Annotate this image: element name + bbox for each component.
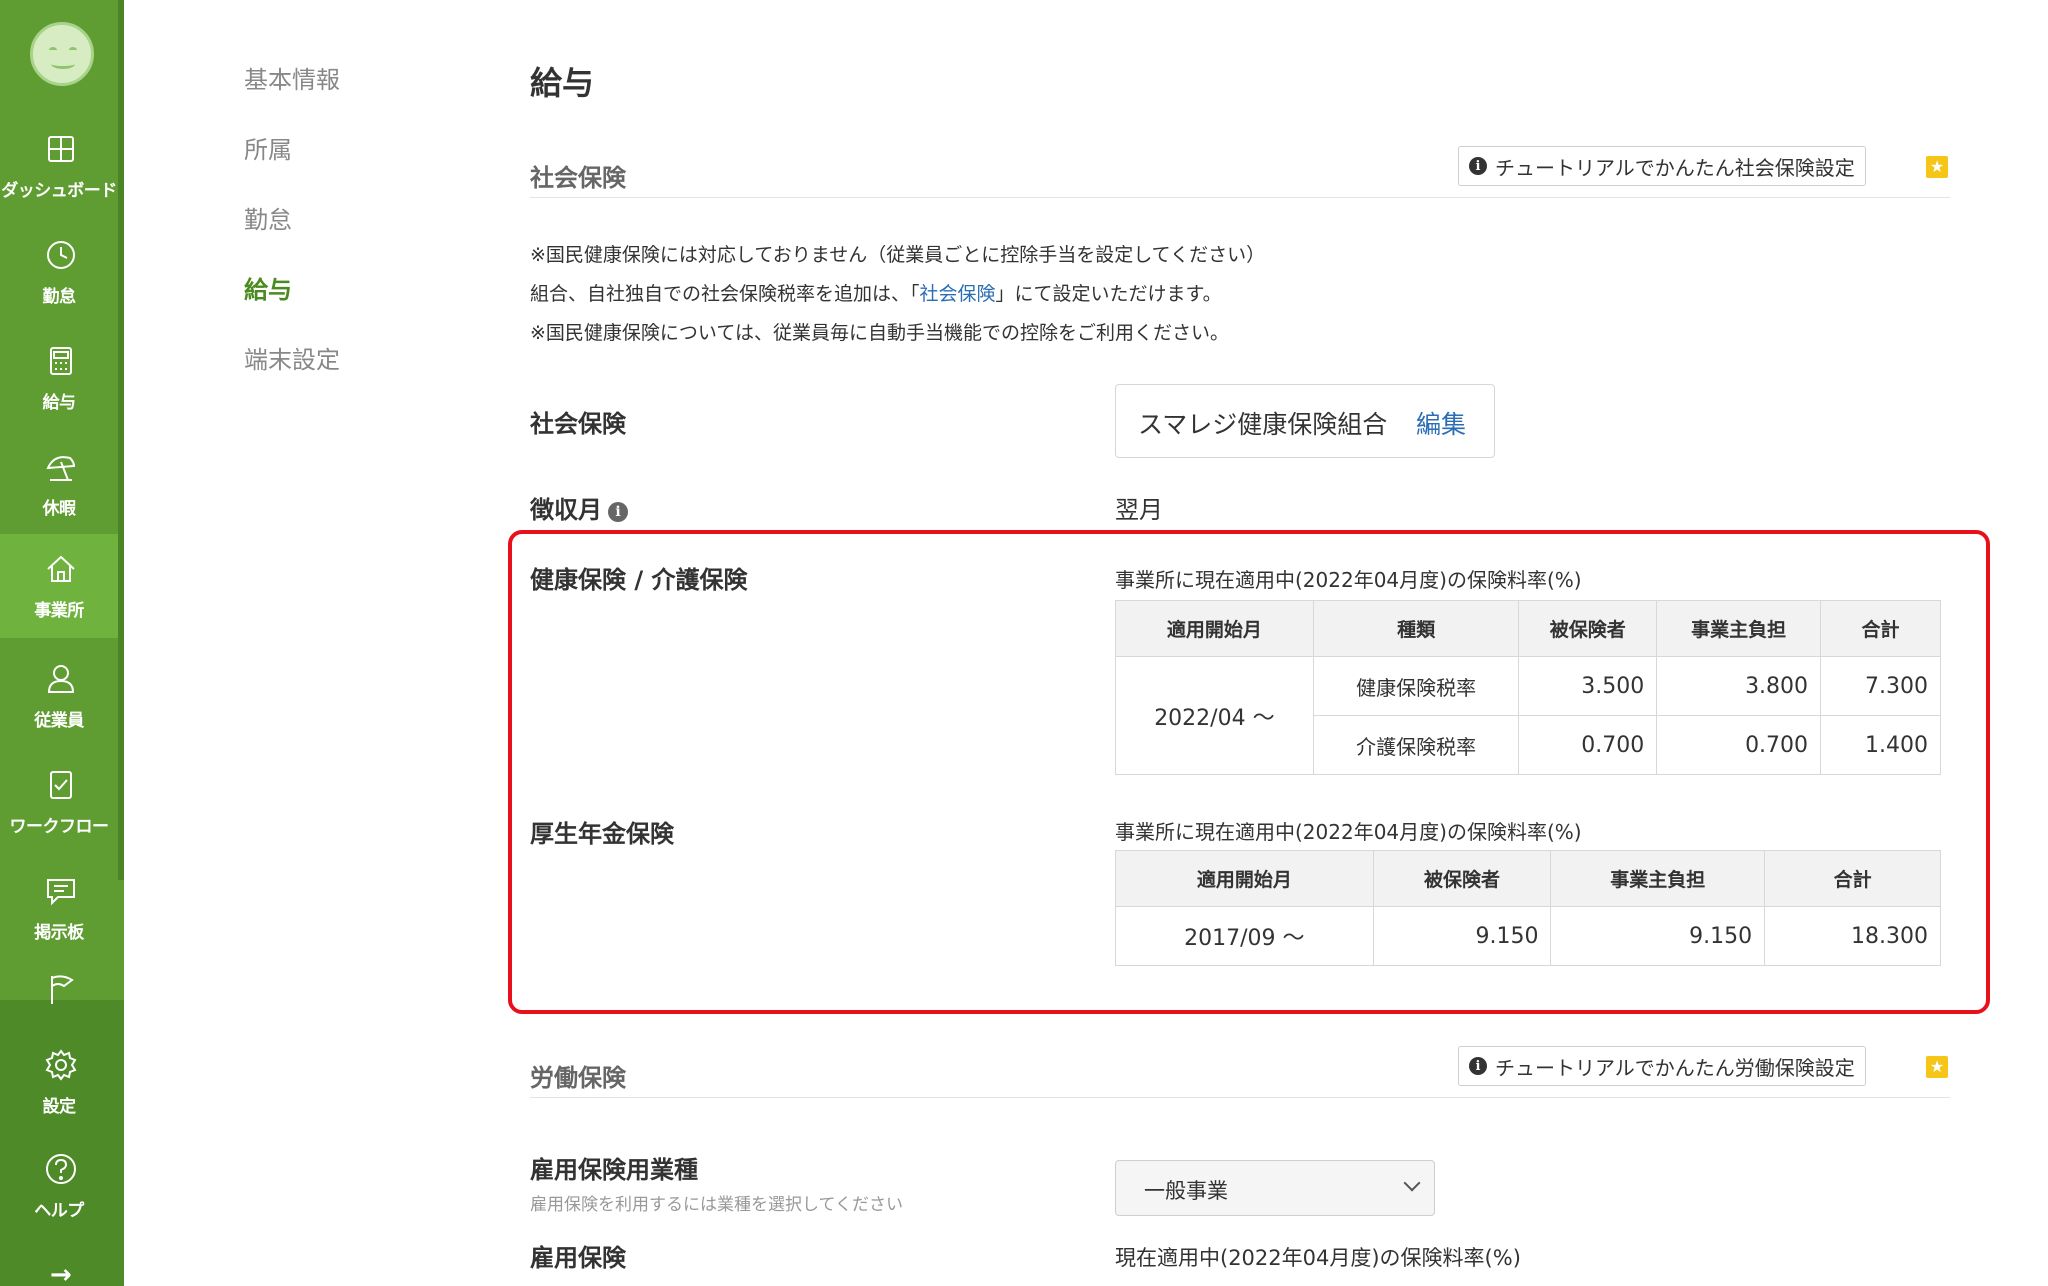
sidebar-item-payroll[interactable]: 給与 <box>0 330 118 426</box>
chevron-down-icon <box>1403 1174 1421 1192</box>
tutorial-button-label: チュートリアルでかんたん社会保険設定 <box>1495 155 1855 180</box>
sidebar-item-label: ダッシュボード <box>1 181 117 201</box>
insurance-association-name: スマレジ健康保険組合 <box>1138 410 1388 439</box>
info-icon[interactable]: i <box>608 502 628 522</box>
info-icon: i <box>1469 157 1487 175</box>
section-title: 社会保険 <box>530 164 626 192</box>
labor-tutorial-button[interactable]: i チュートリアルでかんたん労働保険設定 <box>1458 1046 1866 1086</box>
sidebar-item-label: 従業員 <box>34 711 84 731</box>
subnav-item-basic[interactable]: 基本情報 <box>244 60 340 95</box>
insurance-label: 社会保険 <box>530 410 626 438</box>
sidebar-item-flag[interactable] <box>0 960 118 1016</box>
dashboard-icon <box>44 132 78 166</box>
sidebar-item-workflow[interactable]: ワークフロー <box>0 754 118 850</box>
highlight-frame <box>508 530 1990 1014</box>
social-tutorial-button[interactable]: i チュートリアルでかんたん社会保険設定 <box>1458 146 1866 186</box>
sidebar: ダッシュボード 勤怠 給与 休暇 事業所 従業員 ワークフロー 掲示板 設定 ヘ… <box>0 0 124 1286</box>
note-line: 組合、自社独自での社会保険税率を追加は、「社会保険」にて設定いただけます。 <box>530 283 1222 305</box>
tutorial-button-label: チュートリアルでかんたん労働保険設定 <box>1495 1055 1855 1080</box>
social-insurance-section-header: 社会保険 i チュートリアルでかんたん社会保険設定 ★ <box>530 146 1950 198</box>
sidebar-item-employees[interactable]: 従業員 <box>0 648 118 744</box>
sidebar-item-label: 勤怠 <box>42 287 77 307</box>
collection-month-label: 徴収月 i <box>530 490 628 525</box>
clock-icon <box>44 238 78 272</box>
sidebar-item-label: ヘルプ <box>34 1201 84 1221</box>
sidebar-item-label: 掲示板 <box>34 923 84 943</box>
clipboard-check-icon <box>44 768 78 802</box>
sidebar-item-leave[interactable]: 休暇 <box>0 436 118 532</box>
sidebar-item-board[interactable]: 掲示板 <box>0 860 118 956</box>
employment-rate-caption: 現在適用中(2022年04月度)の保険料率(%) <box>1115 1246 1521 1270</box>
social-insurance-link[interactable]: 社会保険 <box>920 283 996 305</box>
sidebar-item-label: 設定 <box>42 1097 77 1117</box>
flag-icon <box>44 972 78 1006</box>
industry-select[interactable]: 一般事業 <box>1115 1160 1435 1216</box>
sidebar-item-label: ワークフロー <box>9 817 110 837</box>
chat-icon <box>44 874 78 908</box>
employment-insurance-label: 雇用保険 <box>530 1244 626 1272</box>
subnav-item-payroll[interactable]: 給与 <box>244 270 292 305</box>
sidebar-item-help[interactable]: ヘルプ <box>0 1138 118 1234</box>
star-icon[interactable]: ★ <box>1926 1056 1948 1078</box>
beach-umbrella-icon <box>44 450 78 484</box>
sidebar-item-office[interactable]: 事業所 <box>0 534 118 638</box>
note-line: ※国民健康保険には対応しておりません（従業員ごとに控除手当を設定してください） <box>530 244 1266 266</box>
note-line: ※国民健康保険については、従業員毎に自動手当機能での控除をご利用ください。 <box>530 322 1229 344</box>
employment-industry-hint: 雇用保険を利用するには業種を選択してください <box>530 1195 903 1215</box>
sidebar-item-attendance[interactable]: 勤怠 <box>0 224 118 320</box>
gear-icon <box>44 1048 78 1082</box>
calculator-icon <box>44 344 78 378</box>
insurance-association-box: スマレジ健康保険組合 編集 <box>1115 384 1495 458</box>
edit-link[interactable]: 編集 <box>1416 405 1466 441</box>
sidebar-item-settings[interactable]: 設定 <box>0 1034 118 1130</box>
subnav-item-affiliation[interactable]: 所属 <box>244 130 292 165</box>
sidebar-scrollbar[interactable] <box>118 0 124 880</box>
sidebar-item-label: 事業所 <box>34 601 84 621</box>
sidebar-item-dashboard[interactable]: ダッシュボード <box>0 118 118 214</box>
star-icon[interactable]: ★ <box>1926 156 1948 178</box>
expand-sidebar-icon[interactable]: → <box>50 1260 72 1286</box>
section-title: 労働保険 <box>530 1064 626 1092</box>
sidebar-item-label: 給与 <box>42 393 77 413</box>
user-icon <box>44 662 78 696</box>
employment-industry-label: 雇用保険用業種 <box>530 1156 698 1184</box>
sidebar-item-label: 休暇 <box>42 499 77 519</box>
labor-insurance-section-header: 労働保険 i チュートリアルでかんたん労働保険設定 ★ <box>530 1046 1950 1098</box>
help-icon <box>44 1152 78 1186</box>
industry-select-value: 一般事業 <box>1144 1179 1228 1203</box>
social-insurance-notes: ※国民健康保険には対応しておりません（従業員ごとに控除手当を設定してください） … <box>530 236 1265 353</box>
subnav-item-attendance[interactable]: 勤怠 <box>244 200 292 235</box>
info-icon: i <box>1469 1057 1487 1075</box>
avatar[interactable] <box>30 22 94 86</box>
page-title: 給与 <box>530 64 595 102</box>
subnav-item-devices[interactable]: 端末設定 <box>244 340 340 375</box>
home-icon <box>44 552 78 586</box>
collection-month-value: 翌月 <box>1115 496 1163 524</box>
